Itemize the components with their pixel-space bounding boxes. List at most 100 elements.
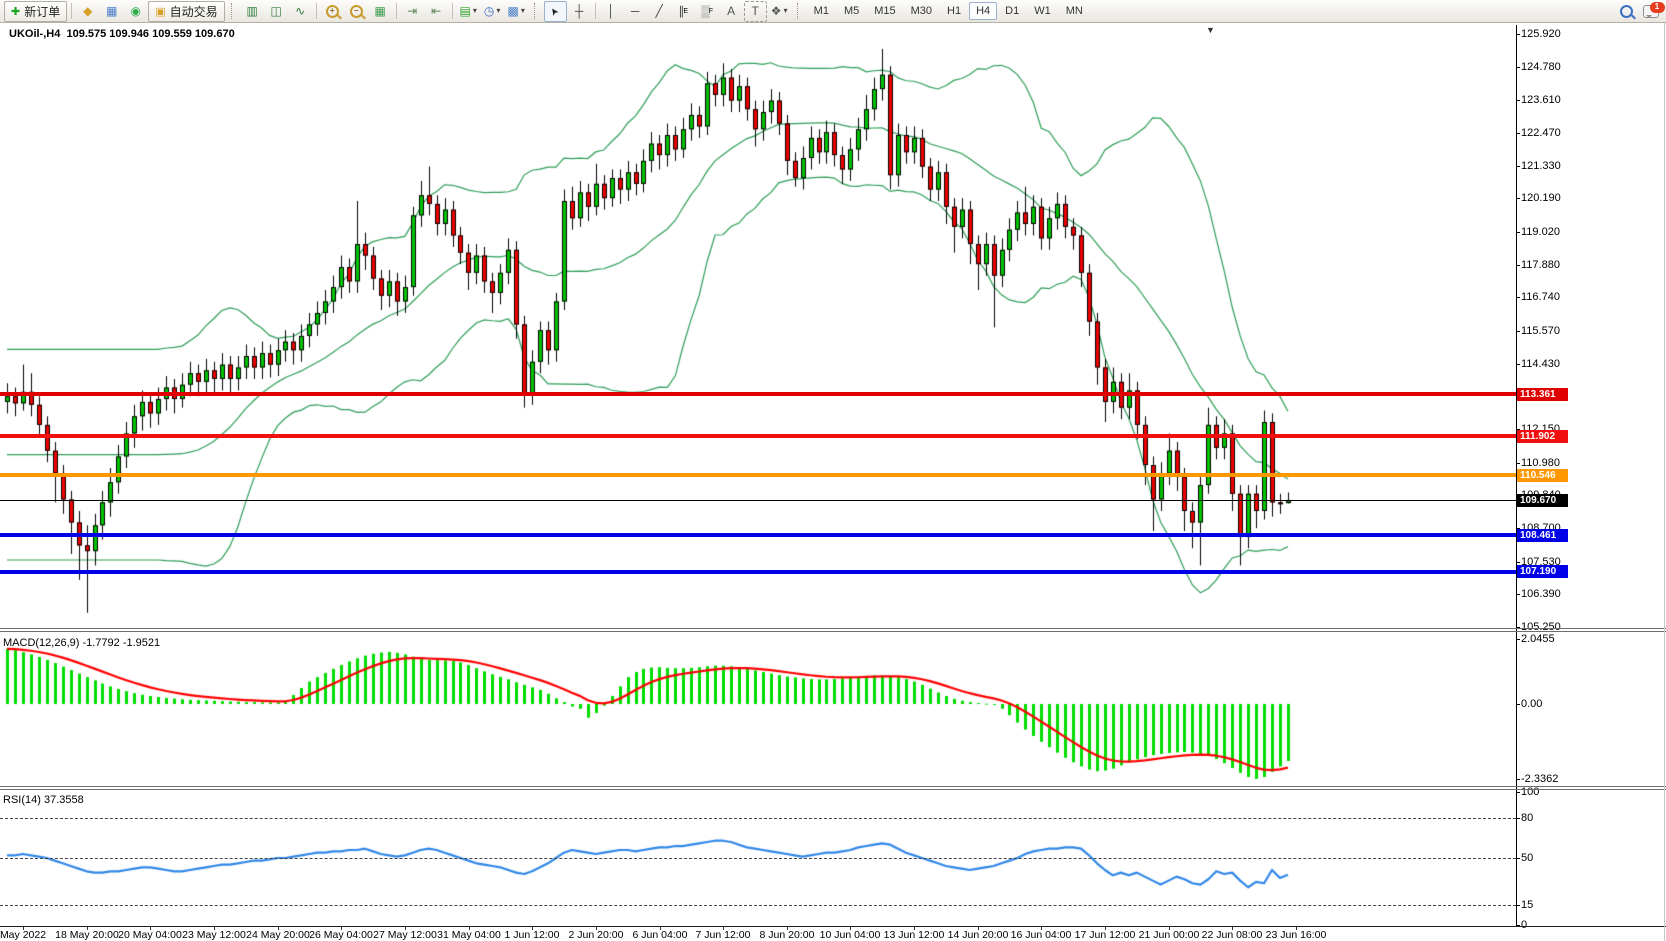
auto-scroll-icon[interactable]: ⇤ (425, 1, 448, 22)
macd-axis-label: 0.00 (1521, 698, 1542, 710)
new-chart-icon[interactable]: ▤▾ (457, 1, 480, 22)
label-icon[interactable]: T (744, 1, 767, 22)
chart-shift-icon[interactable]: ⇥ (401, 1, 424, 22)
templates-icon[interactable]: ▩▾ (505, 1, 528, 22)
zoom-out-icon: − (350, 5, 363, 18)
bar-chart-icon[interactable]: ▥ (241, 1, 264, 22)
time-axis-label: 7 Jun 12:00 (696, 929, 751, 941)
price-axis-tick (1516, 67, 1520, 68)
signals-icon[interactable]: ◉ (124, 1, 147, 22)
zoom-out-icon[interactable]: − (345, 1, 368, 22)
rsi-label: RSI(14) 37.3558 (3, 794, 84, 806)
periodicity-icon: ◷ (484, 5, 494, 17)
time-axis-tick (23, 927, 24, 930)
quotes-icon[interactable]: ◆ (76, 1, 99, 22)
rsi-axis-tick (1516, 858, 1520, 859)
price-axis-tick (1516, 133, 1520, 134)
panel-separator (0, 631, 1666, 632)
cursor-icon[interactable]: ➤ (544, 1, 567, 22)
time-axis-label: 16 Jun 04:00 (1011, 929, 1072, 941)
time-axis-label: 21 Jun 00:00 (1139, 929, 1200, 941)
time-axis-label: 14 Jun 20:00 (948, 929, 1009, 941)
panel-separator[interactable] (0, 786, 1666, 787)
timeframe-mn[interactable]: MN (1059, 2, 1090, 20)
chart-shift-marker[interactable]: ▼ (1206, 25, 1215, 35)
timeframe-h4[interactable]: H4 (969, 2, 997, 20)
current-price-line[interactable] (0, 500, 1516, 501)
autotrade-button[interactable]: ▣自动交易 (148, 1, 224, 22)
timeframe-h1[interactable]: H1 (940, 2, 968, 20)
text-icon[interactable]: A (720, 1, 743, 22)
main-chart-canvas[interactable] (0, 25, 1516, 628)
resistance-line-1-badge: 113.361 (1517, 388, 1568, 401)
resistance-line-2[interactable] (0, 434, 1516, 438)
horizontal-line-icon: ─ (631, 5, 640, 17)
trendline-icon[interactable]: ╱ (648, 1, 671, 22)
vertical-line-icon[interactable]: │ (600, 1, 623, 22)
arrows-icon: ❖ (771, 5, 782, 17)
sep (71, 3, 72, 19)
fibonacci-icon[interactable]: ▒F (696, 1, 719, 22)
gripper (534, 3, 538, 19)
resistance-line-1[interactable] (0, 392, 1516, 396)
price-axis-label: 121.330 (1521, 160, 1561, 172)
macd-canvas[interactable] (0, 633, 1516, 786)
support-line-1[interactable] (0, 533, 1516, 537)
time-axis-label: 27 May 12:00 (373, 929, 437, 941)
timeframe-m5[interactable]: M5 (837, 2, 866, 20)
price-axis-label: 115.570 (1521, 325, 1560, 337)
crosshair-icon[interactable]: ┼ (568, 1, 591, 22)
horizontal-line-icon[interactable]: ─ (624, 1, 647, 22)
timeframe-m1[interactable]: M1 (807, 2, 836, 20)
chevron-down-icon: ▾ (784, 7, 788, 15)
macd-axis-tick (1516, 704, 1520, 705)
current-price-line-badge: 109.670 (1517, 494, 1568, 507)
support-line-2[interactable] (0, 570, 1516, 574)
support-line-1-badge: 108.461 (1517, 529, 1568, 542)
time-axis-tick (596, 927, 597, 930)
periodicity-icon[interactable]: ◷▾ (481, 1, 504, 22)
price-axis-tick (1516, 265, 1520, 266)
zoom-in-icon[interactable]: + (321, 1, 344, 22)
time-axis-tick (850, 927, 851, 930)
new-order-button[interactable]: ✚新订单 (4, 1, 67, 22)
price-axis-label: 106.390 (1521, 588, 1561, 600)
price-axis-tick (1516, 463, 1520, 464)
price-axis-tick (1516, 34, 1520, 35)
gripper (231, 3, 235, 19)
rsi-level-50 (0, 858, 1516, 859)
arrows-icon[interactable]: ❖▾ (768, 1, 791, 22)
timeframe-w1[interactable]: W1 (1027, 2, 1058, 20)
price-axis-label: 120.190 (1521, 192, 1561, 204)
notifications-icon[interactable]: 1 (1639, 1, 1662, 22)
rsi-axis-label: 50 (1521, 852, 1533, 864)
sep (595, 3, 596, 19)
orange-level-line[interactable] (0, 473, 1516, 477)
candlestick-chart-icon: ◫ (270, 5, 281, 17)
symbol-label: UKOil-,H4 (9, 28, 60, 40)
timeframe-m15[interactable]: M15 (867, 2, 902, 20)
chevron-down-icon: ▾ (521, 7, 525, 15)
timeframe-d1[interactable]: D1 (998, 2, 1026, 20)
quotes-icon: ◆ (83, 5, 92, 17)
notification-badge: 1 (1650, 2, 1665, 13)
support-line-2-badge: 107.190 (1517, 565, 1568, 578)
mt4-window: ✚新订单◆▦◉▣自动交易▥◫∿+−▦⇥⇤▤▾◷▾▩▾➤┼│─╱∥E▒FAT❖▾M… (0, 0, 1666, 941)
chat-bubble-icon: 1 (1643, 5, 1659, 18)
timeframe-m30[interactable]: M30 (904, 2, 939, 20)
tile-windows-icon[interactable]: ▦ (369, 1, 392, 22)
macd-axis-label: -2.3362 (1521, 773, 1558, 785)
time-axis-tick (341, 927, 342, 930)
time-axis-tick (914, 927, 915, 930)
price-axis-tick (1516, 297, 1520, 298)
candlestick-chart-icon[interactable]: ◫ (265, 1, 288, 22)
macd-label: MACD(12,26,9) -1.7792 -1.9521 (3, 637, 160, 649)
line-chart-icon[interactable]: ∿ (289, 1, 312, 22)
macd-axis-tick (1516, 779, 1520, 780)
equidistant-channel-icon[interactable]: ∥E (672, 1, 695, 22)
search-icon[interactable] (1615, 1, 1638, 22)
charts-window-icon[interactable]: ▦ (100, 1, 123, 22)
time-axis-tick (532, 927, 533, 930)
panel-separator[interactable] (0, 628, 1666, 629)
new-order-icon: ✚ (11, 5, 20, 18)
